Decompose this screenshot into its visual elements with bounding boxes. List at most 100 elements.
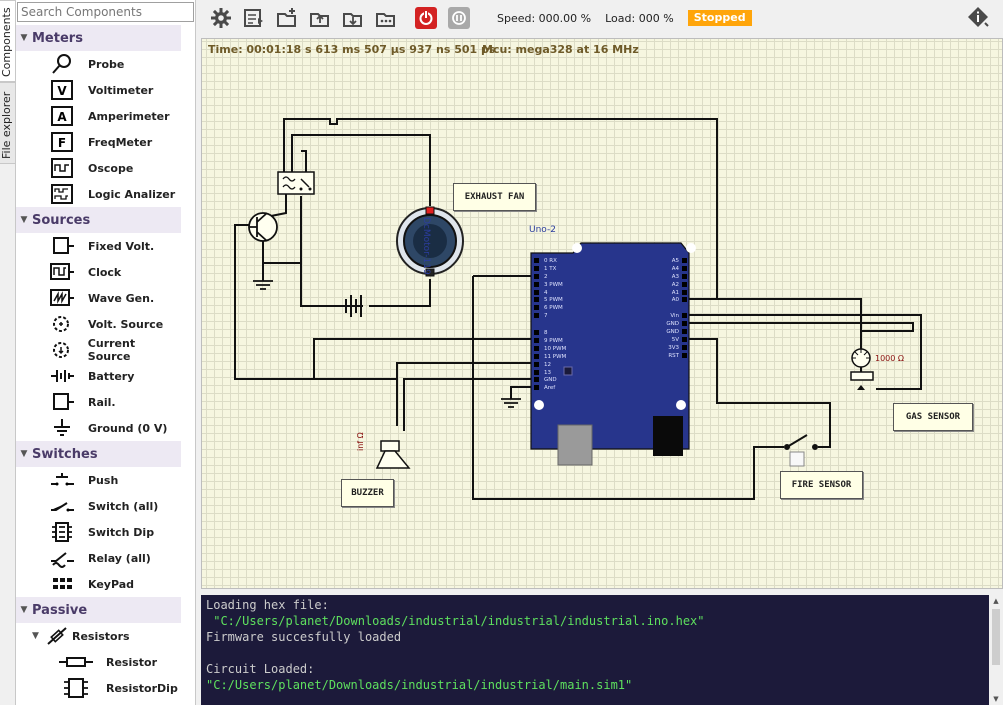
- label-gas-sensor[interactable]: GAS SENSOR: [893, 403, 973, 431]
- board-pin-label: A0: [672, 297, 680, 303]
- scroll-up-arrow-icon[interactable]: ▲: [989, 595, 1003, 607]
- wire: [369, 279, 431, 307]
- new-circuit-icon: [277, 8, 296, 27]
- category-label: Meters: [32, 30, 83, 46]
- save-as-button[interactable]: [374, 6, 398, 30]
- component-keypad[interactable]: KeyPad: [16, 571, 181, 597]
- board-pin[interactable]: [534, 258, 539, 263]
- component-resistor[interactable]: Resistor: [16, 649, 181, 675]
- category-switches[interactable]: ▼ Switches: [16, 441, 181, 467]
- board-pin-label: 12: [544, 362, 551, 368]
- tab-file-explorer[interactable]: File explorer: [0, 82, 16, 164]
- board-pin[interactable]: [682, 258, 687, 263]
- board-pin[interactable]: [534, 346, 539, 351]
- board-pin-label: 5 PWM: [544, 297, 563, 303]
- info-button[interactable]: [967, 6, 989, 32]
- component-label: Current Source: [87, 337, 136, 363]
- component-resistordip[interactable]: ResistorDip: [16, 675, 181, 701]
- component-battery[interactable]: Battery: [16, 363, 181, 389]
- chevron-down-icon: ▼: [20, 449, 28, 459]
- circuit-canvas[interactable]: Time: 00:01:18 s 613 ms 507 µs 937 ns 50…: [201, 38, 1003, 589]
- oscilloscope-icon: [51, 158, 73, 178]
- board-pin[interactable]: [534, 290, 539, 295]
- component-switch-dip[interactable]: Switch Dip: [16, 519, 181, 545]
- console-scrollbar[interactable]: ▲ ▼: [989, 595, 1003, 705]
- board-pin[interactable]: [682, 290, 687, 295]
- board-pin-label: A4: [672, 266, 680, 272]
- output-console: Loading hex file: "C:/Users/planet/Downl…: [201, 595, 989, 705]
- board-pin[interactable]: [682, 274, 687, 279]
- label-fire-sensor[interactable]: FIRE SENSOR: [780, 471, 863, 499]
- save-button[interactable]: [341, 6, 365, 30]
- component-freqmeter[interactable]: F FreqMeter: [16, 129, 181, 155]
- wire: [396, 362, 533, 426]
- component-push[interactable]: Push: [16, 467, 181, 493]
- wire: [270, 193, 287, 217]
- rail-icon: [53, 393, 74, 410]
- gear-icon: [211, 8, 231, 28]
- component-label: Volt. Source: [88, 317, 164, 331]
- component-current-source[interactable]: Current Source: [16, 337, 181, 363]
- category-meters[interactable]: ▼ Meters: [16, 25, 181, 51]
- board-pin[interactable]: [534, 274, 539, 279]
- category-sources[interactable]: ▼ Sources: [16, 207, 181, 233]
- scroll-down-arrow-icon[interactable]: ▼: [989, 693, 1003, 705]
- category-label: Sources: [32, 212, 91, 228]
- board-pin[interactable]: [682, 297, 687, 302]
- board-pin[interactable]: [682, 337, 687, 342]
- board-pin[interactable]: [534, 354, 539, 359]
- component-volt-source[interactable]: Volt. Source: [16, 311, 181, 337]
- open-folder-button[interactable]: [308, 6, 332, 30]
- label-buzzer[interactable]: BUZZER: [341, 479, 394, 507]
- component-rail[interactable]: Rail.: [16, 389, 181, 415]
- board-pin[interactable]: [534, 338, 539, 343]
- component-fixed-volt[interactable]: Fixed Volt.: [16, 233, 181, 259]
- board-pin[interactable]: [682, 353, 687, 358]
- label-exhaust-fan[interactable]: EXHAUST FAN: [453, 183, 536, 211]
- settings-button[interactable]: [209, 6, 233, 30]
- board-pin[interactable]: [534, 297, 539, 302]
- board-pin[interactable]: [534, 305, 539, 310]
- tab-components[interactable]: Components: [0, 0, 16, 82]
- component-relay-all[interactable]: Relay (all): [16, 545, 181, 571]
- component-switch-all[interactable]: Switch (all): [16, 493, 181, 519]
- scroll-thumb[interactable]: [992, 609, 1000, 665]
- board-pin[interactable]: [682, 321, 687, 326]
- board-pin[interactable]: [534, 266, 539, 271]
- power-button[interactable]: [414, 6, 438, 30]
- board-pin[interactable]: [534, 362, 539, 367]
- component-wave-gen[interactable]: Wave Gen.: [16, 285, 181, 311]
- switch-icon: [51, 502, 74, 512]
- component-probe[interactable]: Probe: [16, 51, 181, 77]
- category-passive[interactable]: ▼ Passive: [16, 597, 181, 623]
- board-pin[interactable]: [534, 370, 539, 375]
- component-oscope[interactable]: Oscope: [16, 155, 181, 181]
- board-pin[interactable]: [682, 345, 687, 350]
- load-readout: Load: 000 %: [605, 11, 674, 25]
- search-input[interactable]: [17, 2, 194, 22]
- board-pin[interactable]: [682, 313, 687, 318]
- pause-button[interactable]: [447, 6, 471, 30]
- chevron-down-icon: ▼: [20, 33, 28, 43]
- open-circuit-icon: [244, 9, 263, 27]
- board-pin[interactable]: [682, 266, 687, 271]
- board-pin[interactable]: [534, 385, 539, 390]
- board-pin-label: A1: [672, 290, 679, 296]
- subcategory-resistors[interactable]: ▼ Resistors: [16, 623, 181, 649]
- board-pin[interactable]: [534, 330, 539, 335]
- board-pin[interactable]: [534, 282, 539, 287]
- component-ground-0-v[interactable]: Ground (0 V): [16, 415, 181, 441]
- component-logic-analizer[interactable]: Logic Analizer: [16, 181, 181, 207]
- board-pin[interactable]: [534, 377, 539, 382]
- board-pin[interactable]: [682, 282, 687, 287]
- board-pin[interactable]: [534, 313, 539, 318]
- component-clock[interactable]: Clock: [16, 259, 181, 285]
- board-pin[interactable]: [682, 329, 687, 334]
- chevron-down-icon: ▼: [20, 605, 28, 615]
- component-amperimeter[interactable]: A Amperimeter: [16, 103, 181, 129]
- component-voltimeter[interactable]: V Voltimeter: [16, 77, 181, 103]
- new-circuit-button[interactable]: [275, 6, 299, 30]
- open-circuit-button[interactable]: [242, 6, 266, 30]
- probe-icon: [52, 54, 71, 74]
